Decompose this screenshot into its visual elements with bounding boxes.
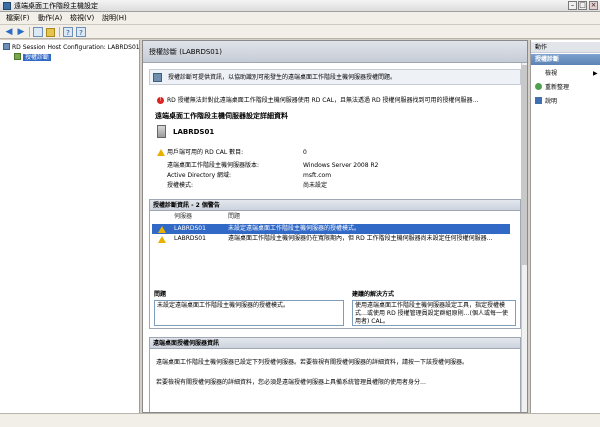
minimize-button[interactable]: – bbox=[568, 1, 577, 10]
licensing-mode-value: 尚未設定 bbox=[303, 182, 328, 189]
details-pane: 授權診斷 (LABRDS01) 授權診斷可提供資訊，以協助識別可能發生的遠端桌面… bbox=[142, 40, 528, 413]
column-header-server[interactable]: 伺服器 bbox=[174, 213, 192, 221]
tree-root[interactable]: RD Session Host Configuration: LABRDS01 bbox=[3, 43, 140, 53]
tree-root-label: RD Session Host Configuration: LABRDS01 bbox=[12, 44, 140, 51]
title-bar: 遠端桌面工作階段主機設定 – □ × bbox=[0, 0, 600, 12]
diagnosis-group-header: 授權診斷資訊 - 2 個警告 bbox=[150, 200, 520, 211]
resolution-label: 建議的解決方式 bbox=[352, 291, 395, 298]
license-server-group: 遠端桌面授權伺服器資訊 遠端桌面工作階段主機伺服器已設定下列授權伺服器。若要檢視… bbox=[149, 337, 521, 412]
scrollbar-thumb[interactable] bbox=[522, 65, 527, 265]
licensing-mode-label: 授權模式: bbox=[167, 182, 194, 189]
ad-domain-label: Active Directory 網域: bbox=[167, 172, 232, 179]
toolbar-separator bbox=[59, 27, 60, 37]
window-title: 遠端桌面工作階段主機設定 bbox=[14, 2, 98, 10]
app-icon bbox=[3, 2, 11, 10]
menu-file[interactable]: 檔案(F) bbox=[6, 14, 30, 23]
server-icon bbox=[3, 43, 10, 50]
server-details-title: 遠端桌面工作階段主機伺服器設定詳細資料 bbox=[155, 112, 288, 120]
row-server: LABRDS01 bbox=[174, 225, 206, 232]
diagnosis-header-text: 授權診斷資訊 - 2 個警告 bbox=[153, 202, 220, 209]
server-name: LABRDS01 bbox=[173, 128, 215, 136]
action-help[interactable]: 說明 bbox=[535, 97, 557, 106]
vertical-scrollbar[interactable] bbox=[521, 63, 527, 412]
status-bar bbox=[0, 413, 600, 427]
help-topics-icon[interactable]: ? bbox=[76, 27, 86, 37]
diagnosis-group: 授權診斷資訊 - 2 個警告 伺服器 問題 LABRDS01 未設定遠端桌面工作… bbox=[149, 199, 521, 329]
available-cal-value: 0 bbox=[303, 149, 307, 156]
error-icon: ! bbox=[157, 97, 164, 104]
menu-bar: 檔案(F) 動作(A) 檢視(V) 說明(H) bbox=[0, 12, 600, 25]
toolbar-separator bbox=[29, 27, 30, 37]
action-view-label: 檢視 bbox=[545, 70, 558, 77]
close-button[interactable]: × bbox=[589, 1, 598, 10]
warning-icon bbox=[157, 149, 165, 156]
resolution-textbox[interactable]: 使用遠端桌面工作階段主機伺服器設定工具，指定授權模式…或使用 RD 授權管理員設… bbox=[352, 300, 516, 326]
menu-help[interactable]: 說明(H) bbox=[102, 14, 127, 23]
console-tree: RD Session Host Configuration: LABRDS01 … bbox=[0, 40, 140, 413]
menu-action[interactable]: 動作(A) bbox=[38, 14, 62, 23]
row-issue: 未設定遠端桌面工作階段主機伺服器的授權模式。 bbox=[228, 225, 361, 232]
license-server-header-text: 遠端桌面授權伺服器資訊 bbox=[153, 340, 220, 347]
error-message: RD 授權無法針對此遠端桌面工作階段主機伺服器使用 RD CAL，且無法透過 R… bbox=[167, 97, 479, 104]
submenu-arrow-icon: ▶ bbox=[593, 70, 598, 77]
available-cal-label: 用戶端可用的 RD CAL 數目: bbox=[167, 149, 244, 156]
banner-text: 授權診斷可提供資訊，以協助識別可能發生的遠端桌面工作階段主機伺服器授權問題。 bbox=[168, 74, 397, 81]
blank-icon bbox=[535, 69, 542, 76]
show-hide-tree-icon[interactable] bbox=[33, 27, 43, 37]
action-help-label: 說明 bbox=[545, 98, 558, 105]
forward-icon[interactable]: ▶ bbox=[16, 27, 26, 37]
license-server-info-1: 遠端桌面工作階段主機伺服器已設定下列授權伺服器。若要檢視有關授權伺服器的詳細資料… bbox=[156, 359, 469, 366]
folder-icon[interactable] bbox=[46, 28, 55, 37]
pane-header: 授權診斷 (LABRDS01) bbox=[143, 41, 527, 63]
tree-item-licensing-diagnosis[interactable]: 授權診斷 bbox=[14, 53, 52, 63]
toolbar: ◀ ▶ ? ? bbox=[0, 25, 600, 39]
version-value: Windows Server 2008 R2 bbox=[303, 162, 379, 169]
tree-item-label: 授權診斷 bbox=[23, 54, 52, 61]
menu-view[interactable]: 檢視(V) bbox=[70, 14, 94, 23]
license-server-group-header: 遠端桌面授權伺服器資訊 bbox=[150, 338, 520, 349]
ad-domain-value: msft.com bbox=[303, 172, 332, 179]
pane-title: 授權診斷 (LABRDS01) bbox=[149, 48, 222, 56]
license-server-info-2: 若要檢視有關授權伺服器的詳細資料，您必須是遠端授權伺服器上具備系統管理員權限的使… bbox=[156, 379, 427, 386]
row-issue: 遠端桌面工作階段主機伺服器仍在寬限期內，但 RD 工作階段主機伺服器尚未設定任何… bbox=[228, 235, 493, 242]
diagnosis-icon bbox=[14, 53, 21, 60]
action-refresh[interactable]: 重新整理 bbox=[535, 83, 569, 92]
back-icon[interactable]: ◀ bbox=[4, 27, 14, 37]
actions-subheader[interactable]: 授權診斷 bbox=[531, 54, 600, 65]
problem-label: 問題 bbox=[154, 291, 167, 298]
row-server: LABRDS01 bbox=[174, 235, 206, 242]
info-banner: 授權診斷可提供資訊，以協助識別可能發生的遠端桌面工作階段主機伺服器授權問題。 bbox=[149, 69, 521, 85]
maximize-button[interactable]: □ bbox=[578, 1, 587, 10]
warning-icon bbox=[158, 226, 166, 233]
action-view[interactable]: 檢視 ▶ bbox=[535, 69, 598, 78]
server-icon bbox=[157, 125, 166, 138]
column-header-issue[interactable]: 問題 bbox=[228, 213, 240, 221]
refresh-icon bbox=[535, 83, 542, 90]
help-icon bbox=[535, 97, 542, 104]
version-label: 遠端桌面工作階段主機伺服器版本: bbox=[167, 162, 260, 169]
table-row[interactable]: LABRDS01 未設定遠端桌面工作階段主機伺服器的授權模式。 bbox=[152, 224, 510, 234]
actions-pane: 動作 授權診斷 檢視 ▶ 重新整理 說明 bbox=[530, 40, 600, 413]
problem-textbox[interactable]: 未設定遠端桌面工作階段主機伺服器的授權模式。 bbox=[154, 300, 344, 326]
action-refresh-label: 重新整理 bbox=[545, 84, 570, 91]
warning-icon bbox=[158, 236, 166, 243]
diagnosis-icon bbox=[153, 73, 162, 82]
actions-header: 動作 bbox=[531, 42, 600, 53]
help-icon[interactable]: ? bbox=[63, 27, 73, 37]
table-row[interactable]: LABRDS01 遠端桌面工作階段主機伺服器仍在寬限期內，但 RD 工作階段主機… bbox=[152, 234, 510, 244]
